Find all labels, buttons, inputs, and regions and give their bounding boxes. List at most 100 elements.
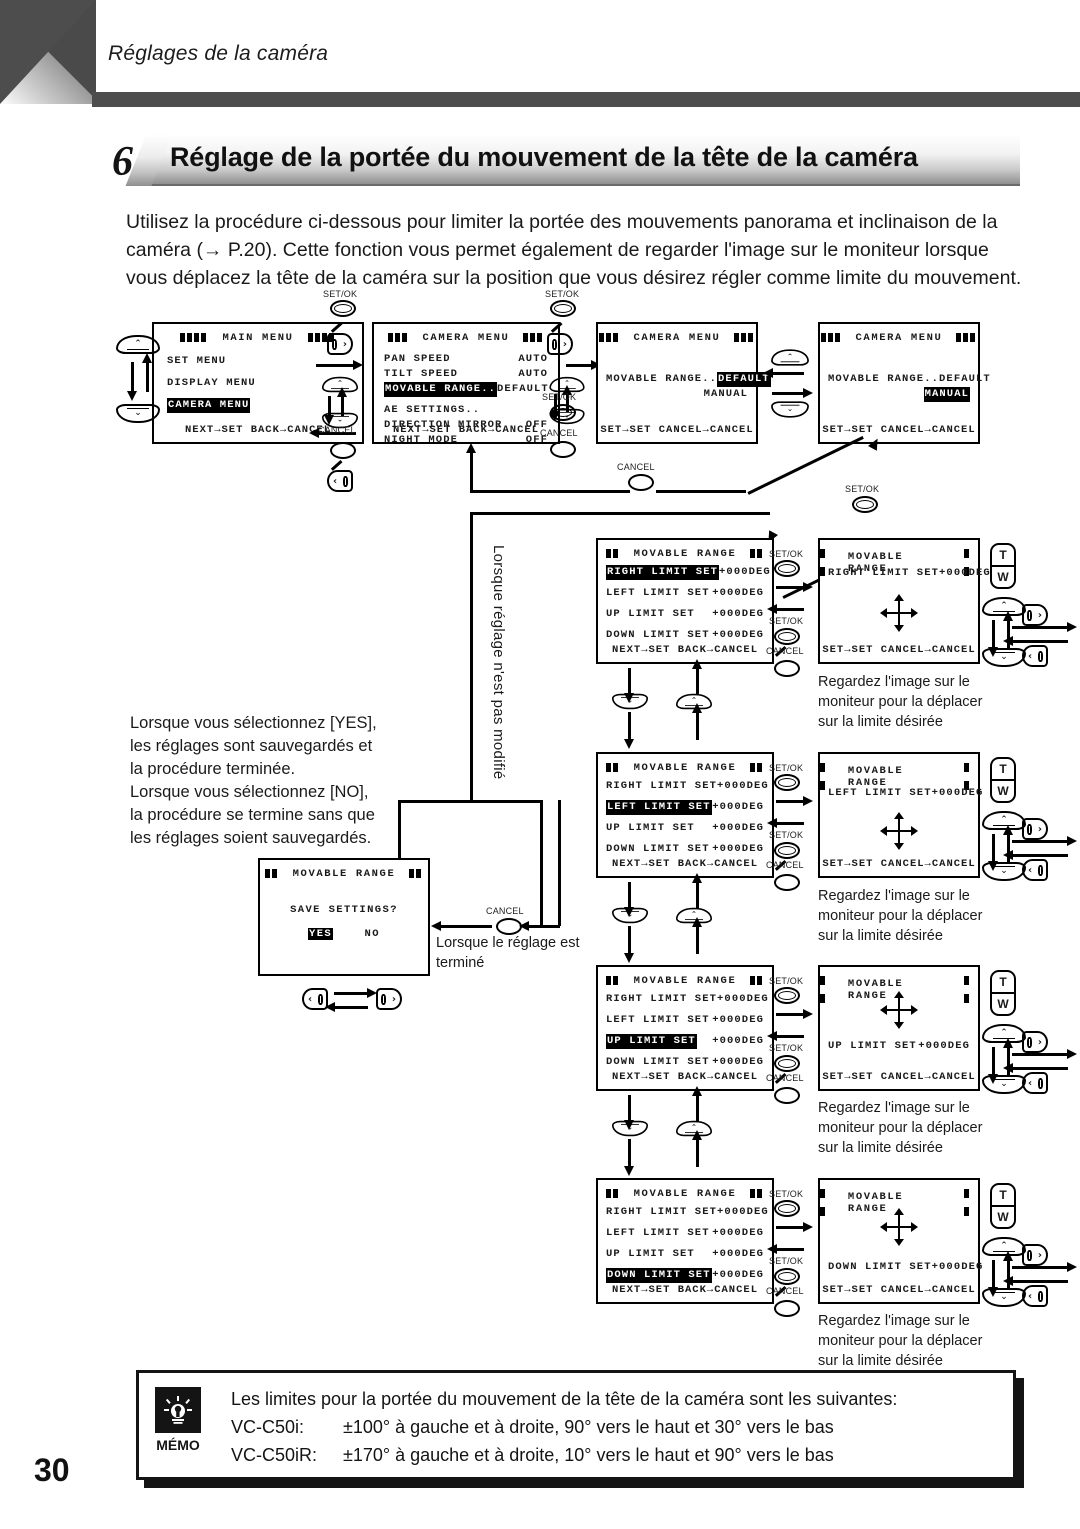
- up-button[interactable]: ⌃: [116, 335, 160, 354]
- right-button[interactable]: ›: [547, 333, 573, 355]
- set-ok-button[interactable]: [774, 987, 800, 1004]
- zoom-wide-label: W: [997, 1210, 1009, 1224]
- set-ok-button-2[interactable]: [550, 404, 576, 421]
- set-ok-button-2[interactable]: [774, 842, 800, 859]
- set-ok-button-2[interactable]: [774, 1055, 800, 1072]
- zoom-tw-button[interactable]: T W: [990, 757, 1016, 803]
- limit-row-up[interactable]: UP LIMIT SET +000DEG: [606, 1247, 764, 1262]
- zoom-tw-button[interactable]: T W: [990, 1183, 1016, 1229]
- arrow-up: [692, 873, 701, 908]
- right-button[interactable]: ›: [1022, 604, 1048, 626]
- option-row-manual[interactable]: MANUAL: [828, 387, 970, 402]
- signal-blocks-right-icon: [964, 1185, 978, 1221]
- cancel-button[interactable]: [774, 660, 800, 677]
- right-button[interactable]: ›: [1022, 1031, 1048, 1053]
- limit-row-down[interactable]: DOWN LIMIT SET +000DEG: [606, 1268, 764, 1283]
- down-button[interactable]: ⌄: [611, 1120, 649, 1137]
- up-button[interactable]: ⌃: [771, 349, 809, 366]
- limit-value: +000DEG: [712, 1269, 764, 1281]
- limit-row-up[interactable]: UP LIMIT SET +000DEG: [606, 821, 764, 836]
- cancel-label: CANCEL: [766, 646, 804, 656]
- right-button[interactable]: ›: [376, 988, 402, 1010]
- set-ok-button[interactable]: [550, 300, 576, 317]
- menu-item-set-menu[interactable]: SET MENU: [167, 354, 349, 369]
- left-button[interactable]: ‹: [1022, 1285, 1048, 1307]
- limit-row-down[interactable]: DOWN LIMIT SET +000DEG: [606, 842, 764, 857]
- right-button[interactable]: ›: [1022, 818, 1048, 840]
- lcd-title: CAMERA MENU: [422, 332, 510, 344]
- set-ok-button[interactable]: [774, 560, 800, 577]
- menu-item-pan-speed[interactable]: PAN SPEED AUTO: [384, 352, 548, 367]
- set-ok-button-2[interactable]: [774, 1268, 800, 1285]
- menu-item-value: AUTO: [518, 353, 548, 365]
- cancel-button[interactable]: [550, 441, 576, 458]
- memo-label: MÉMO: [156, 1437, 200, 1453]
- limit-value: +000DEG: [712, 1014, 764, 1026]
- arrow-right: [1012, 836, 1077, 845]
- left-button[interactable]: ‹: [327, 470, 353, 492]
- down-button[interactable]: ⌄: [982, 648, 1026, 667]
- down-button[interactable]: ⌄: [982, 1075, 1026, 1094]
- set-ok-button[interactable]: [774, 1200, 800, 1217]
- limit-row-up[interactable]: UP LIMIT SET +000DEG: [606, 607, 764, 622]
- pan-tilt-crosshair-icon: [880, 812, 918, 850]
- limit-row-up[interactable]: UP LIMIT SET +000DEG: [606, 1034, 764, 1049]
- caption-line: moniteur pour la déplacer: [818, 694, 983, 710]
- arrow-right: [772, 388, 813, 397]
- lcd-adjust-up: MOVABLE RANGE UP LIMIT SET +000DEG SET→S…: [818, 965, 980, 1091]
- set-ok-button[interactable]: [852, 496, 878, 513]
- down-button[interactable]: ⌄: [771, 401, 809, 418]
- limit-row-down[interactable]: DOWN LIMIT SET +000DEG: [606, 1055, 764, 1070]
- left-button[interactable]: ‹: [1022, 645, 1048, 667]
- left-button[interactable]: ‹: [1022, 1072, 1048, 1094]
- set-ok-button[interactable]: [774, 774, 800, 791]
- cancel-button[interactable]: [774, 874, 800, 891]
- lcd-header: CAMERA MENU: [598, 329, 756, 347]
- section-title-bar: 6 Réglage de la portée du mouvement de l…: [112, 134, 1020, 190]
- menu-item-movable-range[interactable]: MOVABLE RANGE.. DEFAULT: [384, 382, 548, 397]
- limit-row-right[interactable]: RIGHT LIMIT SET +000DEG: [606, 779, 768, 794]
- signal-blocks-left-icon: [820, 972, 834, 1008]
- limit-row-right[interactable]: RIGHT LIMIT SET +000DEG: [606, 992, 768, 1007]
- header-rule: [92, 92, 1080, 107]
- down-button[interactable]: ⌄: [611, 693, 649, 710]
- limit-row-left[interactable]: LEFT LIMIT SET +000DEG: [606, 1226, 764, 1241]
- limit-label: DOWN LIMIT SET: [606, 1056, 710, 1068]
- limit-row-right[interactable]: RIGHT LIMIT SET +000DEG: [606, 565, 770, 580]
- option-row-default[interactable]: MOVABLE RANGE.. DEFAULT: [828, 372, 990, 387]
- cancel-button[interactable]: [330, 442, 356, 459]
- set-ok-button[interactable]: [330, 300, 356, 317]
- menu-item-camera-menu[interactable]: CAMERA MENU: [167, 398, 349, 413]
- right-button[interactable]: ›: [327, 333, 353, 355]
- option-row-manual[interactable]: MANUAL: [606, 387, 748, 402]
- cancel-button[interactable]: [628, 474, 654, 491]
- limit-row-down[interactable]: DOWN LIMIT SET +000DEG: [606, 628, 764, 643]
- limit-row-left[interactable]: LEFT LIMIT SET +000DEG: [606, 1013, 764, 1028]
- monitor-caption: Regardez l'image sur le moniteur pour la…: [818, 1311, 1018, 1371]
- menu-item-tilt-speed[interactable]: TILT SPEED AUTO: [384, 367, 548, 382]
- arrow-down: [624, 1139, 633, 1176]
- left-button[interactable]: ‹: [1022, 859, 1048, 881]
- down-button[interactable]: ⌄: [982, 1288, 1026, 1307]
- memo-model-1-spec: ±100° à gauche et à droite, 90° vers le …: [343, 1417, 834, 1437]
- right-button[interactable]: ›: [1022, 1244, 1048, 1266]
- down-button[interactable]: ⌄: [982, 862, 1026, 881]
- lcd-title: CAMERA MENU: [855, 332, 943, 344]
- cancel-button[interactable]: [774, 1300, 800, 1317]
- limit-row-right[interactable]: RIGHT LIMIT SET +000DEG: [606, 1205, 768, 1220]
- lcd-adjust-down: MOVABLE RANGE DOWN LIMIT SET +000DEG SET…: [818, 1178, 982, 1304]
- set-ok-button-2[interactable]: [774, 628, 800, 645]
- limit-row-left[interactable]: LEFT LIMIT SET +000DEG: [606, 800, 764, 815]
- save-yes-button[interactable]: YES: [308, 928, 334, 940]
- menu-item-ae-settings[interactable]: AE SETTINGS..: [384, 403, 548, 418]
- limit-label-selected: DOWN LIMIT SET: [606, 1268, 712, 1283]
- down-button[interactable]: ⌄: [611, 907, 649, 924]
- limit-row-left[interactable]: LEFT LIMIT SET +000DEG: [606, 586, 764, 601]
- cancel-button[interactable]: [774, 1087, 800, 1104]
- option-row-default[interactable]: MOVABLE RANGE.. DEFAULT: [606, 372, 771, 387]
- arrow-left: [767, 818, 804, 827]
- zoom-tw-button[interactable]: T W: [990, 970, 1016, 1016]
- zoom-tw-button[interactable]: T W: [990, 543, 1016, 589]
- save-prompt: SAVE SETTINGS?: [290, 904, 398, 916]
- save-no-button[interactable]: NO: [365, 928, 380, 940]
